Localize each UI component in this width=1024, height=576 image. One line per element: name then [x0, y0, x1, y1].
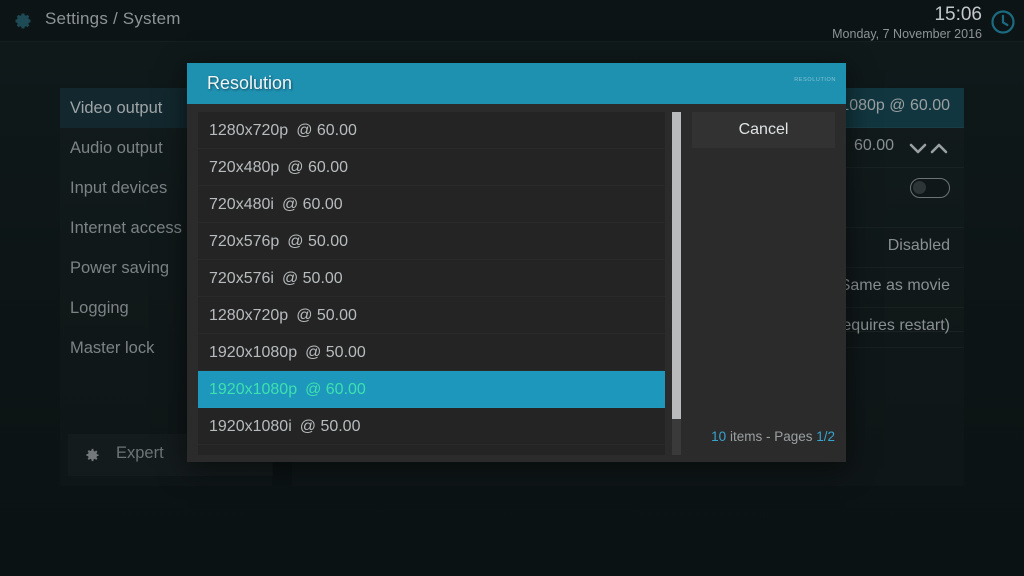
- refresh-rate-value: @ 50.00: [287, 233, 349, 250]
- resolution-dialog: Resolution RESOLUTION 1280x720p @ 60.00 72…: [187, 63, 846, 462]
- resolution-list-item[interactable]: 1280x720p @ 60.00: [198, 112, 665, 149]
- refresh-rate-value: @ 50.00: [296, 307, 357, 324]
- refresh-rate-value: @ 60.00: [305, 381, 366, 398]
- resolution-value: 1920x1080p: [209, 344, 298, 361]
- resolution-list[interactable]: 1280x720p @ 60.00 720x480p @ 60.00 720x480i @…: [198, 112, 665, 455]
- sidebar-item-label: Logging: [70, 299, 129, 317]
- spinner-arrows-icon[interactable]: [908, 141, 950, 155]
- refresh-rate-value: @ 60.00: [281, 196, 343, 213]
- dialog-header: Resolution RESOLUTION: [187, 63, 846, 104]
- setting-toggle[interactable]: [910, 178, 950, 198]
- sidebar-item-label: Master lock: [70, 339, 155, 357]
- pager-status: 10 items - Pages 1/2: [692, 429, 835, 444]
- clock-time: 15:06: [934, 4, 982, 25]
- setting-value: Disabled: [887, 237, 950, 254]
- setting-value: 1080p @ 60.00: [840, 97, 950, 114]
- refresh-rate-value: @ 60.00: [296, 122, 357, 139]
- item-count: 10: [711, 429, 727, 444]
- resolution-value: 720x480i: [209, 196, 274, 213]
- resolution-list-item[interactable]: 1920x1080i @ 50.00: [198, 408, 665, 445]
- resolution-value: 1280x720p: [209, 307, 289, 324]
- app-root: Settings / System 15:06 Monday, 7 Novemb…: [0, 0, 1024, 576]
- refresh-rate-value: @ 60.00: [287, 159, 349, 176]
- sidebar-item-label: Video output: [70, 99, 163, 117]
- gear-icon: [15, 13, 31, 29]
- refresh-rate-value: @ 50.00: [299, 418, 361, 435]
- dialog-body: 1280x720p @ 60.00 720x480p @ 60.00 720x480i @…: [187, 104, 846, 462]
- refresh-rate-value: @ 50.00: [281, 270, 343, 287]
- dialog-title: Resolution: [207, 73, 293, 93]
- resolution-value: 720x576p: [209, 233, 280, 250]
- resolution-list-item[interactable]: 720x480p @ 60.00: [198, 149, 665, 186]
- clock-icon: [991, 10, 1015, 34]
- sidebar-item-label: Power saving: [70, 259, 170, 277]
- setting-value: Same as movie: [839, 277, 950, 294]
- setting-value: (requires restart): [831, 317, 950, 334]
- resolution-value: 720x576i: [209, 270, 274, 287]
- cancel-button-label: Cancel: [738, 121, 789, 138]
- refresh-rate-value: @ 50.00: [305, 344, 366, 361]
- gear-icon: [86, 448, 99, 462]
- resolution-list-item[interactable]: 720x576i @ 50.00: [198, 260, 665, 297]
- breadcrumb[interactable]: Settings / System: [45, 9, 181, 29]
- cancel-button[interactable]: Cancel: [692, 112, 835, 148]
- resolution-value: 720x480p: [209, 159, 280, 176]
- resolution-list-item[interactable]: 1280x720p @ 50.00: [198, 297, 665, 334]
- sidebar-item-label: Audio output: [70, 139, 163, 157]
- resolution-list-item[interactable]: 1920x1080p @ 50.00: [198, 334, 665, 371]
- resolution-list-item[interactable]: 720x576p @ 50.00: [198, 223, 665, 260]
- pager-suffix: items - Pages: [726, 429, 817, 444]
- resolution-value: 1920x1080i: [209, 418, 292, 435]
- sidebar-item-label: Internet access: [70, 219, 182, 237]
- expert-label: Expert: [116, 444, 164, 462]
- dialog-header-hint: RESOLUTION: [794, 77, 836, 83]
- resolution-value: 1280x720p: [209, 122, 289, 139]
- scrollbar-thumb[interactable]: [672, 112, 681, 419]
- resolution-value: 1920x1080p: [209, 381, 298, 398]
- sidebar-item-label: Input devices: [70, 179, 168, 197]
- resolution-list-item[interactable]: 1920x1080p @ 60.00: [198, 371, 665, 408]
- resolution-list-item[interactable]: 720x480i @ 60.00: [198, 186, 665, 223]
- top-bar: Settings / System 15:06 Monday, 7 Novemb…: [0, 0, 1024, 42]
- page-number: 1/2: [816, 429, 835, 444]
- clock-date: Monday, 7 November 2016: [832, 27, 982, 41]
- setting-value: 60.00: [853, 137, 894, 154]
